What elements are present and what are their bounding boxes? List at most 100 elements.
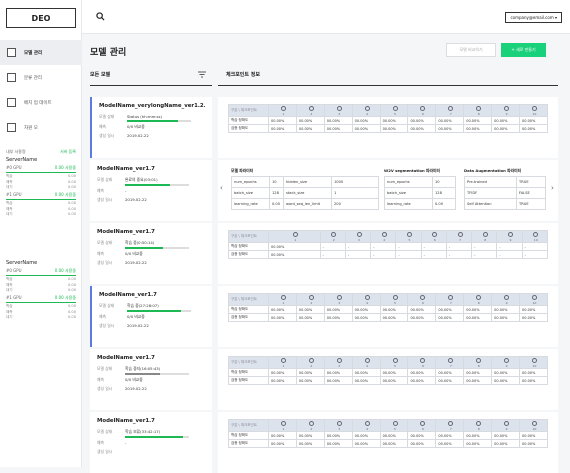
checkpoint-column[interactable]: 5 xyxy=(379,419,409,432)
sidebar-item-model-management[interactable]: 모델 관리 xyxy=(0,40,82,65)
checkpoint-column[interactable]: 2 xyxy=(295,356,325,369)
checkpoint-circle-icon[interactable] xyxy=(476,420,482,426)
checkpoint-circle-icon[interactable] xyxy=(336,420,342,426)
checkpoint-circle-icon[interactable] xyxy=(407,231,413,237)
checkpoint-column[interactable]: 7 xyxy=(445,230,473,243)
checkpoint-circle-icon[interactable] xyxy=(457,231,463,237)
checkpoint-column[interactable]: 6 xyxy=(407,419,437,432)
checkpoint-circle-icon[interactable] xyxy=(308,357,314,363)
account-dropdown[interactable]: company@email.com ▾ xyxy=(505,12,562,23)
model-card[interactable]: ModelName_ver1.7 모델 상태 완료의 중요(03:01) 예측 - … xyxy=(90,160,212,221)
checkpoint-circle-icon[interactable] xyxy=(448,420,454,426)
checkpoint-column[interactable]: 1 xyxy=(268,419,297,432)
checkpoint-circle-icon[interactable] xyxy=(392,420,398,426)
checkpoint-column[interactable]: 8 xyxy=(471,230,498,243)
checkpoint-column[interactable]: 6 xyxy=(407,104,437,117)
model-name[interactable]: ModelName_ver1.7 xyxy=(97,229,205,235)
checkpoint-circle-icon[interactable] xyxy=(381,231,387,237)
checkpoint-circle-icon[interactable] xyxy=(280,105,286,111)
checkpoint-column[interactable]: 5 xyxy=(379,356,409,369)
checkpoint-column[interactable]: 8 xyxy=(463,356,493,369)
checkpoint-column[interactable]: 1 xyxy=(268,293,297,306)
checkpoint-column[interactable]: 1 xyxy=(268,356,297,369)
filter-icon[interactable] xyxy=(198,71,206,78)
checkpoint-column[interactable]: 3 xyxy=(323,293,353,306)
checkpoint-circle-icon[interactable] xyxy=(504,357,510,363)
checkpoint-column[interactable]: 2 xyxy=(295,293,325,306)
checkpoint-circle-icon[interactable] xyxy=(420,105,426,111)
checkpoint-circle-icon[interactable] xyxy=(448,294,454,300)
search-icon[interactable] xyxy=(96,12,105,21)
checkpoint-column[interactable]: 6 xyxy=(420,230,447,243)
model-card[interactable]: ModelName_verylongName_ver1.2... 모델 상태 St… xyxy=(90,97,212,158)
checkpoint-circle-icon[interactable] xyxy=(280,294,286,300)
checkpoint-circle-icon[interactable] xyxy=(292,231,298,237)
checkpoint-circle-icon[interactable] xyxy=(482,231,488,237)
checkpoint-circle-icon[interactable] xyxy=(364,357,370,363)
checkpoint-circle-icon[interactable] xyxy=(280,420,286,426)
model-name[interactable]: ModelName_ver1.7 xyxy=(97,166,205,172)
checkpoint-circle-icon[interactable] xyxy=(364,105,370,111)
checkpoint-circle-icon[interactable] xyxy=(392,294,398,300)
checkpoint-column[interactable]: 7 xyxy=(435,293,465,306)
model-card[interactable]: ModelName_ver1.7 모델 상태 학습 중지(16:05:43) 예측… xyxy=(90,349,212,410)
checkpoint-column[interactable]: 4 xyxy=(351,293,381,306)
checkpoint-circle-icon[interactable] xyxy=(420,294,426,300)
checkpoint-column[interactable]: 8 xyxy=(463,419,493,432)
checkpoint-column[interactable]: 9 xyxy=(491,293,521,306)
search-input[interactable] xyxy=(108,10,358,24)
checkpoint-circle-icon[interactable] xyxy=(308,105,314,111)
compare-models-button[interactable]: 모델 비교하기 xyxy=(446,43,496,57)
checkpoint-circle-icon[interactable] xyxy=(392,357,398,363)
checkpoint-circle-icon[interactable] xyxy=(336,294,342,300)
model-card[interactable]: ModelName_ver1.7 모델 상태 학습 중(0:50:14) 예측 0/… xyxy=(90,223,212,284)
checkpoint-circle-icon[interactable] xyxy=(336,105,342,111)
checkpoint-column[interactable]: 3 xyxy=(323,356,353,369)
checkpoint-circle-icon[interactable] xyxy=(532,357,537,363)
checkpoint-circle-icon[interactable] xyxy=(508,231,514,237)
model-name[interactable]: ModelName_ver1.7 xyxy=(97,418,205,424)
checkpoint-column[interactable]: 10 xyxy=(521,230,549,243)
checkpoint-column[interactable]: 7 xyxy=(435,104,465,117)
prev-arrow-icon[interactable]: ‹ xyxy=(220,184,223,192)
checkpoint-column[interactable]: 4 xyxy=(370,230,397,243)
checkpoint-column[interactable]: 9 xyxy=(491,419,521,432)
checkpoint-circle-icon[interactable] xyxy=(420,420,426,426)
checkpoint-column[interactable]: 10 xyxy=(519,356,548,369)
checkpoint-column[interactable]: 9 xyxy=(496,230,523,243)
checkpoint-circle-icon[interactable] xyxy=(533,231,539,237)
checkpoint-circle-icon[interactable] xyxy=(476,357,482,363)
checkpoint-column[interactable]: 9 xyxy=(491,104,521,117)
checkpoint-column[interactable]: 2 xyxy=(295,104,325,117)
checkpoint-column[interactable]: 10 xyxy=(519,104,548,117)
checkpoint-column[interactable]: 3 xyxy=(323,419,353,432)
model-name[interactable]: ModelName_ver1.7 xyxy=(99,292,205,298)
checkpoint-circle-icon[interactable] xyxy=(532,105,537,111)
model-card[interactable]: ModelName_ver1.7 모델 상태 학습 보류(33:42:17) 예측… xyxy=(90,412,212,473)
checkpoint-column[interactable]: 3 xyxy=(323,104,353,117)
checkpoint-circle-icon[interactable] xyxy=(448,105,454,111)
checkpoint-circle-icon[interactable] xyxy=(364,294,370,300)
new-model-button[interactable]: + 새로 만들기 xyxy=(501,43,546,57)
checkpoint-circle-icon[interactable] xyxy=(504,105,510,111)
logo[interactable]: DEO xyxy=(6,8,76,28)
sidebar-item-batch-update[interactable]: 배치 업 데이트 xyxy=(0,90,82,115)
checkpoint-column[interactable]: 6 xyxy=(407,293,437,306)
checkpoint-circle-icon[interactable] xyxy=(448,357,454,363)
sidebar-item-classification[interactable]: 분류 관리 xyxy=(0,65,82,90)
model-name[interactable]: ModelName_ver1.7 xyxy=(97,355,205,361)
checkpoint-column[interactable]: 8 xyxy=(463,293,493,306)
checkpoint-circle-icon[interactable] xyxy=(504,420,510,426)
checkpoint-circle-icon[interactable] xyxy=(308,294,314,300)
checkpoint-circle-icon[interactable] xyxy=(308,420,314,426)
checkpoint-circle-icon[interactable] xyxy=(504,294,510,300)
checkpoint-circle-icon[interactable] xyxy=(280,357,286,363)
checkpoint-column[interactable]: 7 xyxy=(435,419,465,432)
checkpoint-column[interactable]: 4 xyxy=(351,104,381,117)
checkpoint-circle-icon[interactable] xyxy=(432,231,438,237)
checkpoint-circle-icon[interactable] xyxy=(476,294,482,300)
checkpoint-column[interactable]: 5 xyxy=(379,104,409,117)
checkpoint-circle-icon[interactable] xyxy=(356,231,362,237)
sidebar-item-resources[interactable]: 자원 모 xyxy=(0,115,82,140)
checkpoint-column[interactable]: 5 xyxy=(395,230,422,243)
